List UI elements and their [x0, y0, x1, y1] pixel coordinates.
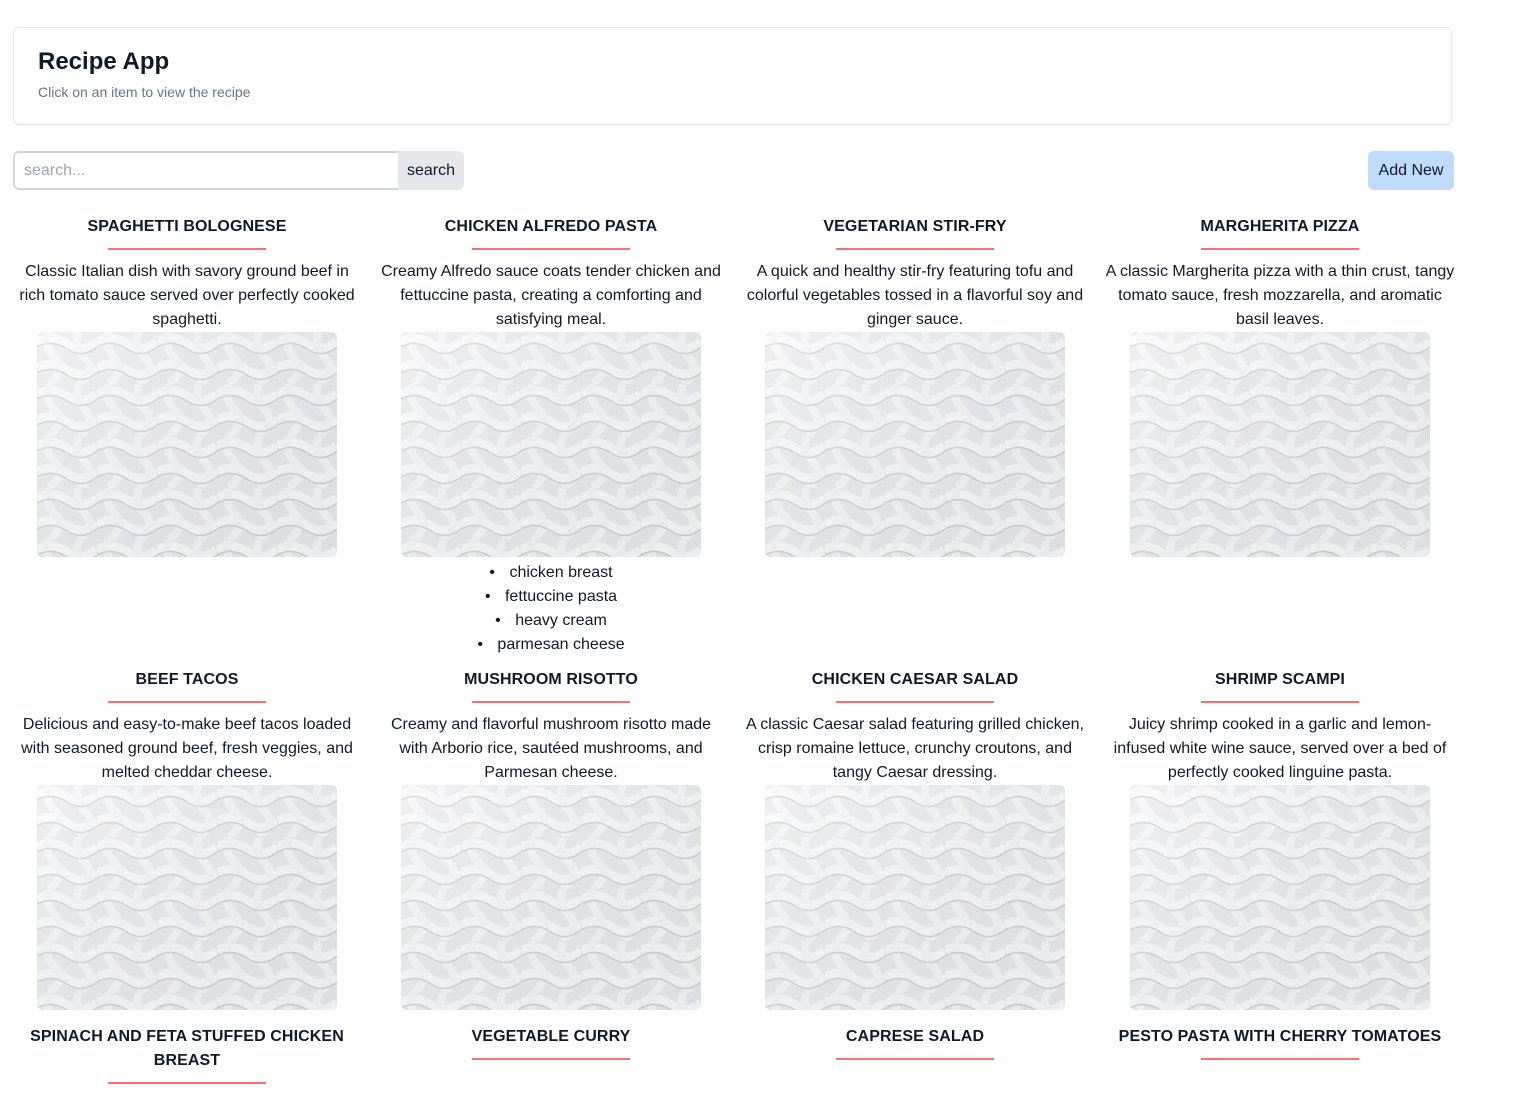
recipe-description: Creamy Alfredo sauce coats tender chicke…	[381, 263, 721, 328]
recipe-title[interactable]: Pesto Pasta with Cherry Tomatoes	[1105, 1025, 1455, 1049]
recipe-title[interactable]: Beef Tacos	[12, 668, 362, 692]
recipe-image[interactable]	[37, 332, 337, 557]
title-underline	[472, 701, 630, 703]
recipe-card[interactable]: Margherita Pizza A classic Margherita piz…	[1105, 215, 1455, 557]
title-underline	[472, 1058, 630, 1060]
recipe-image[interactable]	[1130, 332, 1430, 557]
recipe-image[interactable]	[37, 785, 337, 1010]
page-title: Recipe App	[38, 48, 170, 75]
recipe-description: Classic Italian dish with savory ground …	[19, 263, 355, 328]
recipe-card[interactable]: Shrimp Scampi Juicy shrimp cooked in a ga…	[1105, 668, 1455, 1010]
search-input[interactable]	[13, 151, 398, 190]
add-new-button[interactable]: Add New	[1368, 151, 1454, 190]
search-button[interactable]: search	[398, 151, 464, 190]
recipe-description: A classic Margherita pizza with a thin c…	[1105, 263, 1455, 328]
title-underline	[836, 248, 994, 250]
recipe-title[interactable]: Spinach and Feta Stuffed Chicken Breast	[12, 1025, 362, 1073]
ingredient-item: chicken breast	[376, 561, 726, 585]
title-underline	[472, 248, 630, 250]
ingredient-item: parmesan cheese	[376, 633, 726, 657]
recipe-card[interactable]: Vegetable Curry	[376, 1025, 726, 1070]
recipe-image[interactable]	[765, 332, 1065, 557]
title-underline	[1201, 248, 1359, 250]
recipe-description: Creamy and flavorful mushroom risotto ma…	[390, 716, 712, 781]
title-underline	[108, 1082, 266, 1084]
title-underline	[1201, 1058, 1359, 1060]
recipe-card[interactable]: Beef Tacos Delicious and easy-to-make bee…	[12, 668, 362, 1010]
recipe-card[interactable]: Spaghetti Bolognese Classic Italian dish …	[12, 215, 362, 557]
recipe-card[interactable]: Pesto Pasta with Cherry Tomatoes	[1105, 1025, 1455, 1070]
recipe-card[interactable]: Mushroom Risotto Creamy and flavorful mus…	[376, 668, 726, 1010]
recipe-title[interactable]: Vegetable Curry	[376, 1025, 726, 1049]
title-underline	[108, 701, 266, 703]
recipe-title[interactable]: Vegetarian Stir-Fry	[740, 215, 1090, 239]
recipe-description: Delicious and easy-to-make beef tacos lo…	[21, 716, 353, 781]
recipe-image[interactable]	[401, 332, 701, 557]
title-underline	[108, 248, 266, 250]
page-subtitle: Click on an item to view the recipe	[38, 84, 251, 100]
ingredient-list: chicken breastfettuccine pastaheavy crea…	[376, 561, 726, 657]
recipe-card[interactable]: Caprese Salad	[740, 1025, 1090, 1070]
recipe-description: A classic Caesar salad featuring grilled…	[746, 716, 1084, 781]
recipe-card[interactable]: Chicken Alfredo Pasta Creamy Alfredo sauc…	[376, 215, 726, 657]
recipe-card[interactable]: Spinach and Feta Stuffed Chicken Breast	[12, 1025, 362, 1094]
title-underline	[836, 1058, 994, 1060]
ingredient-item: fettuccine pasta	[376, 585, 726, 609]
recipe-description: Juicy shrimp cooked in a garlic and lemo…	[1113, 716, 1447, 781]
title-underline	[836, 701, 994, 703]
recipe-title[interactable]: Mushroom Risotto	[376, 668, 726, 692]
ingredient-item: heavy cream	[376, 609, 726, 633]
title-underline	[1201, 701, 1359, 703]
recipe-title[interactable]: Chicken Caesar Salad	[740, 668, 1090, 692]
app-header: Recipe App Click on an item to view the …	[13, 27, 1452, 125]
recipe-title[interactable]: Margherita Pizza	[1105, 215, 1455, 239]
recipe-image[interactable]	[401, 785, 701, 1010]
recipe-title[interactable]: Spaghetti Bolognese	[12, 215, 362, 239]
recipe-image[interactable]	[765, 785, 1065, 1010]
recipe-card[interactable]: Chicken Caesar Salad A classic Caesar sal…	[740, 668, 1090, 1010]
recipe-card[interactable]: Vegetarian Stir-Fry A quick and healthy s…	[740, 215, 1090, 557]
recipe-image[interactable]	[1130, 785, 1430, 1010]
recipe-description: A quick and healthy stir-fry featuring t…	[746, 263, 1084, 328]
recipe-title[interactable]: Chicken Alfredo Pasta	[376, 215, 726, 239]
recipe-title[interactable]: Shrimp Scampi	[1105, 668, 1455, 692]
search-bar: search	[13, 151, 464, 190]
recipe-title[interactable]: Caprese Salad	[740, 1025, 1090, 1049]
